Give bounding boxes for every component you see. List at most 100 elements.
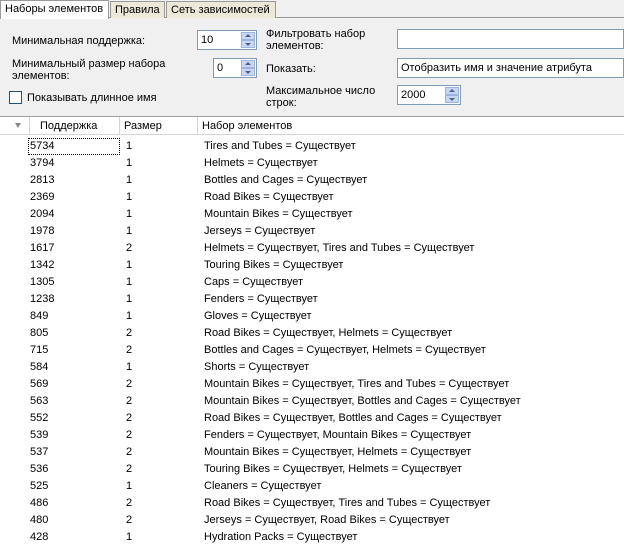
grid-header: Поддержка Размер Набор элементов xyxy=(0,117,624,135)
table-row[interactable]: 539 2 Fenders = Существует, Mountain Bikes… xyxy=(0,427,624,444)
support-cell: 715 xyxy=(30,344,49,356)
itemset-cell: Helmets = Существует, Tires and Tubes = … xyxy=(204,242,475,254)
size-cell: 2 xyxy=(126,344,133,356)
itemset-cell: Mountain Bikes = Существует xyxy=(204,208,353,220)
min-itemset-size-stepper[interactable]: 0 xyxy=(213,58,257,78)
filter-label: Фильтровать набор элементов: xyxy=(266,28,365,52)
increment-icon[interactable] xyxy=(445,87,459,95)
support-cell: 3794 xyxy=(30,157,55,169)
support-cell: 486 xyxy=(30,497,49,509)
tab-rules[interactable]: Правила xyxy=(110,1,165,18)
min-itemset-size-label-line1: Минимальный размер набора xyxy=(12,58,166,70)
table-row[interactable]: 552 2 Road Bikes = Существует, Bottles and… xyxy=(0,410,624,427)
max-rows-label-line2: строк: xyxy=(266,97,297,109)
support-cell: 1342 xyxy=(30,259,55,271)
table-row[interactable]: 486 2 Road Bikes = Существует, Tires and T… xyxy=(0,495,624,512)
size-cell: 1 xyxy=(126,361,133,373)
itemset-cell: Jerseys = Существует xyxy=(204,225,316,237)
table-row[interactable]: 2369 1 Road Bikes = Существует xyxy=(0,189,624,206)
tab-strip: Наборы элементов Правила Сеть зависимост… xyxy=(0,0,624,19)
column-header-itemset[interactable]: Набор элементов xyxy=(198,117,624,135)
show-long-name-label: Показывать длинное имя xyxy=(27,92,157,104)
increment-icon[interactable] xyxy=(241,60,255,68)
support-cell: 539 xyxy=(30,429,49,441)
support-cell: 1617 xyxy=(30,242,55,254)
size-cell: 1 xyxy=(126,191,133,203)
table-row[interactable]: 1617 2 Helmets = Существует, Tires and Tub… xyxy=(0,240,624,257)
itemset-cell: Road Bikes = Существует, Helmets = Сущес… xyxy=(204,327,453,339)
table-row[interactable]: 849 1 Gloves = Существует xyxy=(0,308,624,325)
filter-input[interactable] xyxy=(397,29,624,49)
itemset-cell: Tires and Tubes = Существует xyxy=(204,140,356,152)
table-row[interactable]: 715 2 Bottles and Cages = Существует, Helm… xyxy=(0,342,624,359)
support-cell: 569 xyxy=(30,378,49,390)
show-select-value: Отобразить имя и значение атрибута xyxy=(401,62,592,74)
itemset-cell: Mountain Bikes = Существует, Helmets = С… xyxy=(204,446,472,458)
column-header-support[interactable]: Поддержка xyxy=(30,117,120,135)
min-support-label: Минимальная поддержка: xyxy=(12,35,146,47)
table-row[interactable]: 584 1 Shorts = Существует xyxy=(0,359,624,376)
support-cell: 584 xyxy=(30,361,49,373)
table-row[interactable]: 3794 1 Helmets = Существует xyxy=(0,155,624,172)
size-cell: 1 xyxy=(126,259,133,271)
max-rows-label: Максимальное число строк: xyxy=(266,85,375,109)
tab-itemsets[interactable]: Наборы элементов xyxy=(0,0,109,19)
size-cell: 2 xyxy=(126,395,133,407)
itemset-cell: Shorts = Существует xyxy=(204,361,310,373)
table-row[interactable]: 537 2 Mountain Bikes = Существует, Helmets… xyxy=(0,444,624,461)
stepper-buttons xyxy=(445,87,459,103)
table-row[interactable]: 1305 1 Caps = Существует xyxy=(0,274,624,291)
decrement-icon[interactable] xyxy=(241,40,255,48)
filter-column-header[interactable] xyxy=(0,117,30,135)
itemset-cell: Touring Bikes = Существует xyxy=(204,259,344,271)
size-cell: 1 xyxy=(126,174,133,186)
support-cell: 2094 xyxy=(30,208,55,220)
size-cell: 1 xyxy=(126,310,133,322)
support-cell: 480 xyxy=(30,514,49,526)
size-cell: 1 xyxy=(126,140,133,152)
show-select[interactable]: Отобразить имя и значение атрибута xyxy=(397,58,624,78)
table-row[interactable]: 536 2 Touring Bikes = Существует, Helmets … xyxy=(0,461,624,478)
size-cell: 2 xyxy=(126,327,133,339)
support-cell: 525 xyxy=(30,480,49,492)
table-row[interactable]: 1238 1 Fenders = Существует xyxy=(0,291,624,308)
decrement-icon[interactable] xyxy=(241,68,255,76)
support-cell: 536 xyxy=(30,463,49,475)
table-row[interactable]: 563 2 Mountain Bikes = Существует, Bottles… xyxy=(0,393,624,410)
size-cell: 1 xyxy=(126,225,133,237)
size-cell: 2 xyxy=(126,429,133,441)
support-cell: 537 xyxy=(30,446,49,458)
filter-icon[interactable] xyxy=(15,123,21,128)
support-cell: 5734 xyxy=(28,138,120,155)
table-row[interactable]: 1342 1 Touring Bikes = Существует xyxy=(0,257,624,274)
table-row[interactable]: 525 1 Cleaners = Существует xyxy=(0,478,624,495)
tab-dependency-network[interactable]: Сеть зависимостей xyxy=(166,1,276,18)
stepper-buttons xyxy=(241,60,255,76)
table-row[interactable]: 1978 1 Jerseys = Существует xyxy=(0,223,624,240)
support-cell: 805 xyxy=(30,327,49,339)
table-row[interactable]: 569 2 Mountain Bikes = Существует, Tires a… xyxy=(0,376,624,393)
table-row[interactable]: 428 1 Hydration Packs = Существует xyxy=(0,529,624,546)
support-cell: 849 xyxy=(30,310,49,322)
decrement-icon[interactable] xyxy=(445,95,459,103)
table-row[interactable]: 2094 1 Mountain Bikes = Существует xyxy=(0,206,624,223)
stepper-buttons xyxy=(241,32,255,48)
max-rows-stepper[interactable]: 2000 xyxy=(397,85,461,105)
itemset-cell: Caps = Существует xyxy=(204,276,304,288)
support-cell: 552 xyxy=(30,412,49,424)
table-row[interactable]: 5734 1 Tires and Tubes = Существует xyxy=(0,138,624,155)
min-support-stepper[interactable]: 10 xyxy=(197,30,257,50)
column-header-size[interactable]: Размер xyxy=(120,117,198,135)
table-row[interactable]: 480 2 Jerseys = Существует, Road Bikes = С… xyxy=(0,512,624,529)
table-row[interactable]: 805 2 Road Bikes = Существует, Helmets = С… xyxy=(0,325,624,342)
show-long-name-checkbox[interactable] xyxy=(9,91,22,104)
table-row[interactable]: 2813 1 Bottles and Cages = Существует xyxy=(0,172,624,189)
support-cell: 1238 xyxy=(30,293,55,305)
support-cell: 2813 xyxy=(30,174,55,186)
itemset-cell: Cleaners = Существует xyxy=(204,480,322,492)
size-cell: 2 xyxy=(126,497,133,509)
itemset-cell: Bottles and Cages = Существует xyxy=(204,174,368,186)
itemset-cell: Helmets = Существует xyxy=(204,157,318,169)
min-itemset-size-value: 0 xyxy=(217,62,224,74)
increment-icon[interactable] xyxy=(241,32,255,40)
